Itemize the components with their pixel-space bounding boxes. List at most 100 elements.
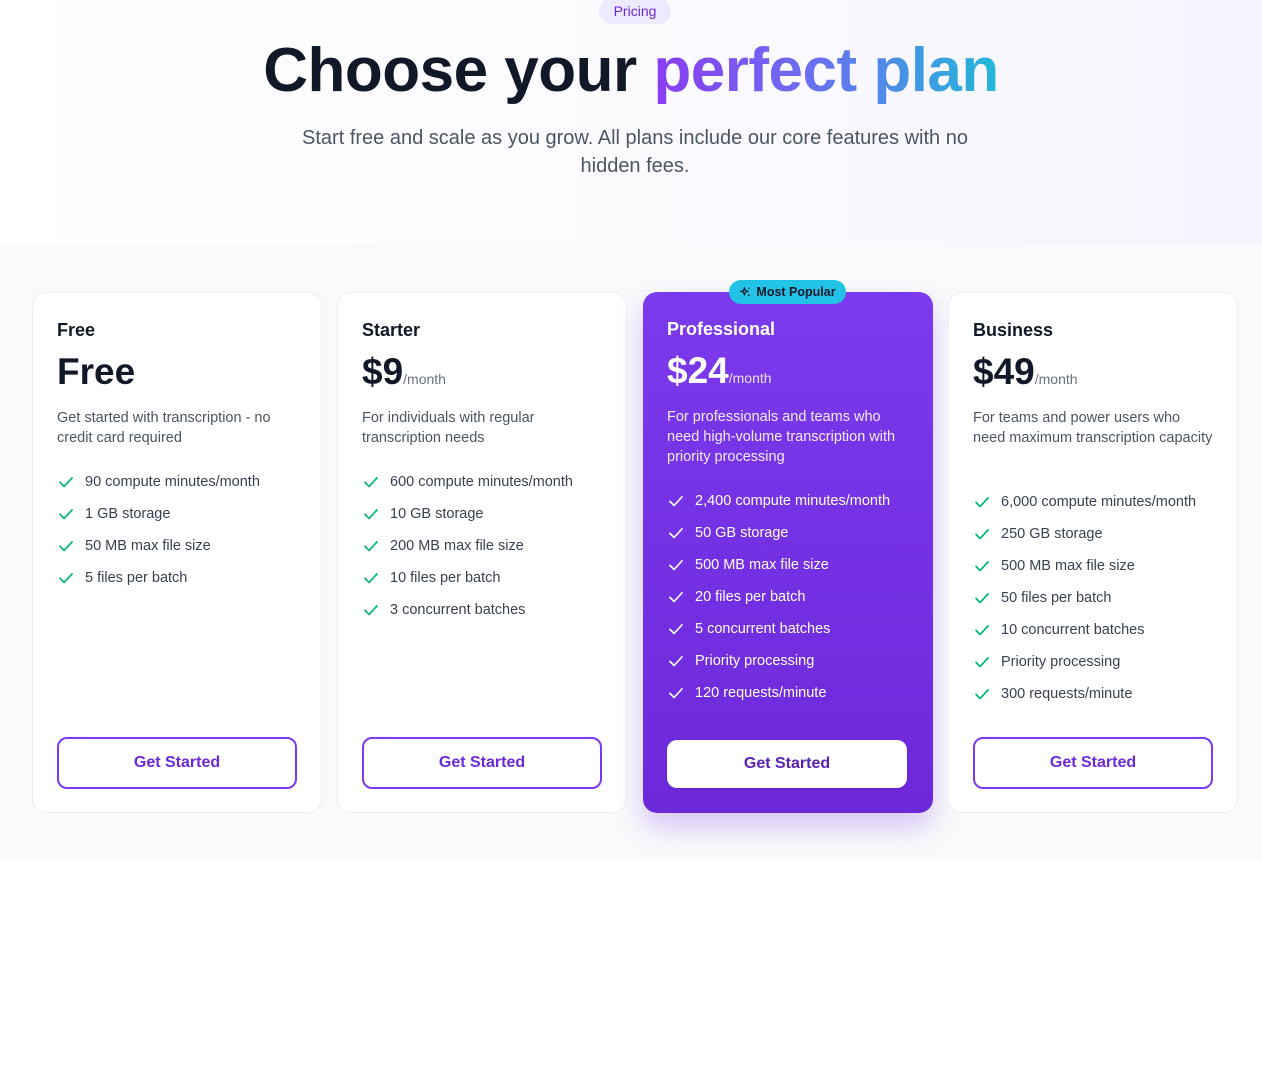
feature-item: 10 files per batch [362, 562, 573, 594]
most-popular-badge: Most Popular [729, 280, 846, 304]
feature-item: 2,400 compute minutes/month [667, 485, 890, 517]
feature-label: 250 GB storage [1001, 526, 1103, 542]
feature-label: 5 files per batch [85, 570, 188, 586]
plan-card-business: Business $49/month For teams and power u… [948, 292, 1238, 813]
feature-list: 6,000 compute minutes/month 250 GB stora… [973, 486, 1196, 710]
plan-period: /month [728, 370, 772, 386]
feature-label: 10 concurrent batches [1001, 622, 1145, 638]
feature-item: 90 compute minutes/month [57, 466, 260, 498]
check-icon [362, 473, 380, 491]
check-icon [57, 473, 75, 491]
check-icon [57, 537, 75, 555]
feature-item: 10 GB storage [362, 498, 573, 530]
feature-label: 50 GB storage [695, 525, 789, 541]
plan-period: /month [1034, 371, 1078, 387]
check-icon [973, 557, 991, 575]
plan-price: $49 [973, 351, 1035, 392]
price-row: $24/month [667, 349, 772, 393]
plan-name: Free [57, 320, 96, 340]
feature-label: 20 files per batch [695, 589, 806, 605]
plan-description: For individuals with regular transcripti… [362, 410, 535, 446]
feature-label: 50 MB max file size [85, 538, 211, 554]
get-started-button-starter[interactable]: Get Started [362, 737, 602, 789]
feature-label: 6,000 compute minutes/month [1001, 494, 1197, 510]
check-icon [667, 652, 685, 670]
sparkles-icon [740, 286, 751, 297]
plan-card-starter: Starter $9/month For individuals with re… [337, 292, 627, 813]
page-title: Choose your perfect plan [0, 34, 1262, 108]
feature-label: 10 GB storage [390, 506, 484, 522]
feature-label: 600 compute minutes/month [390, 474, 573, 490]
feature-item: 600 compute minutes/month [362, 466, 573, 498]
feature-list: 90 compute minutes/month 1 GB storage 50… [57, 466, 260, 594]
check-icon [667, 588, 685, 606]
page-subtitle: Start free and scale as you grow. All pl… [302, 127, 968, 177]
plan-period: /month [403, 371, 446, 387]
plan-name: Business [973, 320, 1054, 340]
feature-label: 3 concurrent batches [390, 602, 526, 618]
feature-item: Priority processing [973, 646, 1196, 678]
plan-price: $9 [362, 351, 404, 392]
feature-label: 500 MB max file size [1001, 558, 1135, 574]
price-row: $49/month [973, 350, 1078, 394]
title-prefix: Choose your [263, 36, 654, 105]
check-icon [973, 589, 991, 607]
feature-label: 120 requests/minute [695, 685, 827, 701]
get-started-button-free[interactable]: Get Started [57, 737, 297, 789]
check-icon [667, 556, 685, 574]
feature-item: 500 MB max file size [667, 549, 890, 581]
most-popular-label: Most Popular [756, 285, 836, 299]
feature-item: 50 files per batch [973, 582, 1196, 614]
feature-label: 200 MB max file size [390, 538, 524, 554]
check-icon [667, 524, 685, 542]
check-icon [57, 569, 75, 587]
plan-description: Get started with transcription - no cred… [57, 410, 271, 446]
feature-list: 2,400 compute minutes/month 50 GB storag… [667, 485, 890, 709]
feature-item: 200 MB max file size [362, 530, 573, 562]
check-icon [973, 525, 991, 543]
check-icon [973, 653, 991, 671]
feature-item: 10 concurrent batches [973, 614, 1196, 646]
get-started-button-business[interactable]: Get Started [973, 737, 1213, 789]
plan-price: Free [57, 351, 136, 392]
plan-description: For teams and power users who need maxim… [973, 410, 1213, 446]
check-icon [667, 620, 685, 638]
price-row: $9/month [362, 350, 446, 394]
feature-item: 5 concurrent batches [667, 613, 890, 645]
feature-item: 50 GB storage [667, 517, 890, 549]
feature-item: Priority processing [667, 645, 890, 677]
feature-label: 300 requests/minute [1001, 686, 1133, 702]
feature-item: 500 MB max file size [973, 550, 1196, 582]
plan-description: For professionals and teams who need hig… [667, 409, 896, 465]
feature-label: 5 concurrent batches [695, 621, 831, 637]
feature-item: 3 concurrent batches [362, 594, 573, 626]
feature-label: 2,400 compute minutes/month [695, 493, 891, 509]
check-icon [362, 601, 380, 619]
check-icon [667, 492, 685, 510]
feature-item: 6,000 compute minutes/month [973, 486, 1196, 518]
price-row: Free [57, 350, 135, 394]
check-icon [973, 493, 991, 511]
feature-label: Priority processing [1001, 654, 1121, 670]
feature-label: 500 MB max file size [695, 557, 829, 573]
plan-card-professional: Most Popular Professional $24/month For … [643, 280, 933, 813]
feature-item: 120 requests/minute [667, 677, 890, 709]
feature-label: 90 compute minutes/month [85, 474, 260, 490]
plan-name: Professional [667, 319, 776, 339]
feature-list: 600 compute minutes/month 10 GB storage … [362, 466, 573, 626]
check-icon [362, 537, 380, 555]
feature-label: Priority processing [695, 653, 815, 669]
get-started-button-professional[interactable]: Get Started [667, 740, 907, 788]
pricing-badge: Pricing [599, 0, 671, 24]
feature-item: 5 files per batch [57, 562, 260, 594]
check-icon [667, 684, 685, 702]
feature-item: 300 requests/minute [973, 678, 1196, 710]
title-highlight: perfect plan [653, 36, 999, 105]
feature-item: 50 MB max file size [57, 530, 260, 562]
feature-label: 1 GB storage [85, 506, 171, 522]
feature-label: 50 files per batch [1001, 590, 1112, 606]
feature-label: 10 files per batch [390, 570, 501, 586]
feature-item: 1 GB storage [57, 498, 260, 530]
hero-section: Pricing Choose your perfect plan Start f… [0, 0, 1262, 244]
feature-item: 250 GB storage [973, 518, 1196, 550]
